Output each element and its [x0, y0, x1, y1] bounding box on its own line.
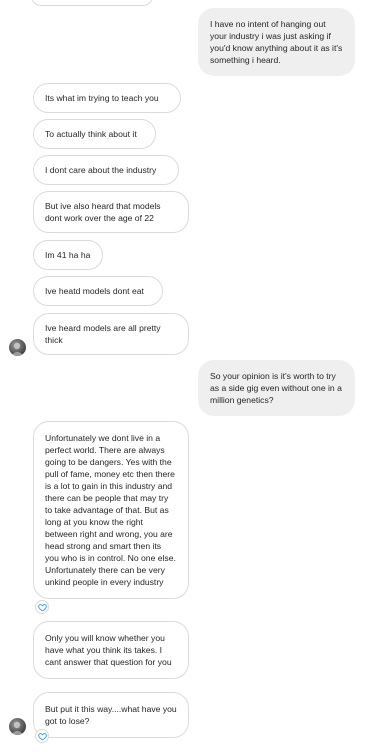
message-bubble-incoming[interactable]: But ive also heard that models dont work…	[33, 191, 189, 233]
message-bubble-incoming[interactable]: Ive heatd models dont eat	[33, 276, 163, 306]
user-avatar-icon[interactable]	[9, 718, 26, 735]
message-bubble-outgoing[interactable]: So your opinion is it's worth to try as …	[198, 360, 355, 416]
message-bubble-incoming[interactable]: Unfortunately we dont live in a perfect …	[33, 421, 189, 599]
message-bubble-incoming[interactable]: Only you will know whether you have what…	[33, 621, 189, 679]
message-bubble-incoming[interactable]: Im 41 ha ha	[33, 240, 103, 270]
heart-reaction-icon[interactable]	[35, 600, 49, 614]
message-bubble-incoming[interactable]: Its what im trying to teach you	[33, 83, 181, 113]
message-bubble-incoming[interactable]: I dont care about the industry	[33, 155, 179, 185]
user-avatar-icon[interactable]	[9, 339, 26, 356]
heart-reaction-icon[interactable]	[35, 729, 49, 743]
message-bubble-partial	[31, 0, 153, 6]
message-bubble-outgoing[interactable]: I have no intent of hanging out your ind…	[198, 8, 355, 76]
message-bubble-incoming[interactable]: To actually think about it	[33, 119, 156, 149]
message-bubble-incoming[interactable]: Ive heard models are all pretty thick	[33, 313, 189, 355]
message-bubble-incoming[interactable]: But put it this way....what have you got…	[33, 692, 189, 738]
